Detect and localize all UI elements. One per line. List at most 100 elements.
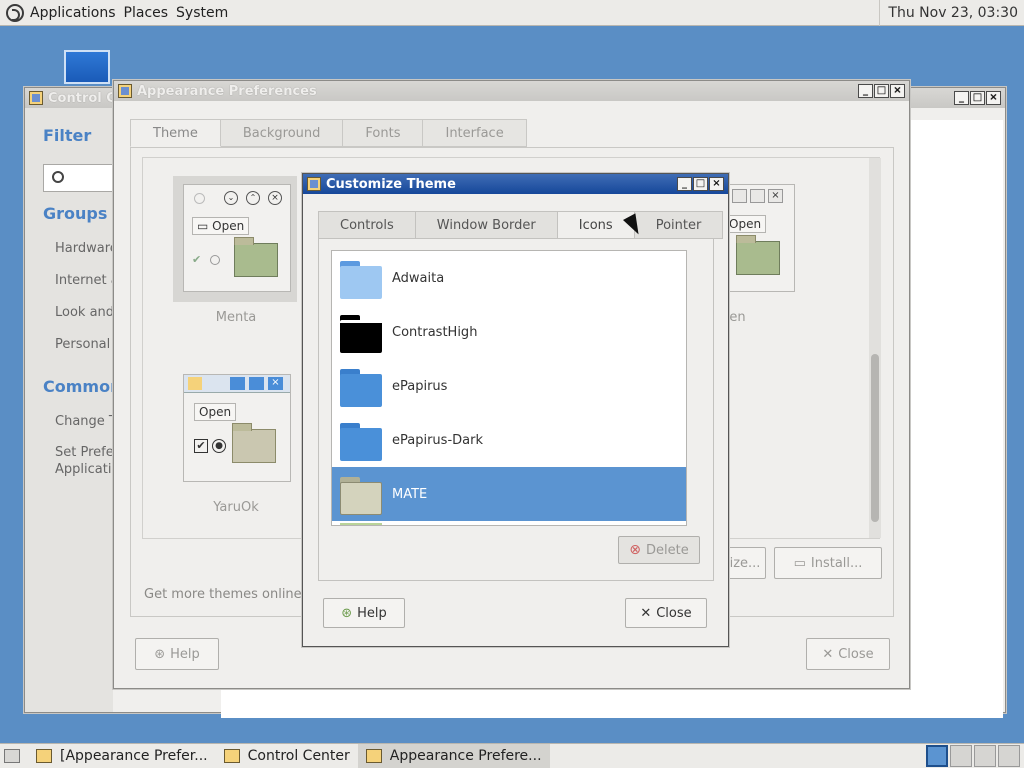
list-item[interactable]: ContrastHigh bbox=[332, 305, 686, 359]
delete-button[interactable]: ⊗ Delete bbox=[618, 536, 700, 564]
groups-heading: Groups bbox=[43, 204, 108, 223]
close-icon: × bbox=[268, 377, 283, 390]
common-item[interactable]: Set Prefer bbox=[55, 445, 113, 460]
checkbox-icon: ✔ bbox=[194, 439, 208, 453]
close-window-button[interactable]: × bbox=[986, 91, 1001, 105]
workspace-2[interactable] bbox=[950, 745, 972, 767]
workspace-3[interactable] bbox=[974, 745, 996, 767]
get-more-themes-link[interactable]: Get more themes online bbox=[144, 587, 302, 602]
task-appearance-prefs-2[interactable]: Appearance Prefere... bbox=[357, 744, 550, 768]
customize-tabs: Controls Window Border Icons Pointer bbox=[318, 211, 724, 239]
maximize-button[interactable]: □ bbox=[693, 177, 708, 191]
list-item[interactable]: Adwaita bbox=[332, 251, 686, 305]
workspace-switcher[interactable] bbox=[926, 745, 1020, 767]
icon-theme-name: MATE bbox=[392, 486, 428, 502]
task-appearance-prefs-1[interactable]: [Appearance Prefer... bbox=[28, 744, 216, 768]
minimize-button[interactable]: _ bbox=[858, 84, 873, 98]
appearance-titlebar[interactable]: Appearance Preferences _ □ × bbox=[114, 81, 909, 101]
workspace-1[interactable] bbox=[926, 745, 948, 767]
minimize-icon bbox=[230, 377, 245, 390]
customize-titlebar[interactable]: Customize Theme _ □ × bbox=[303, 174, 728, 194]
partial-folder-icon bbox=[340, 523, 382, 525]
tab-background[interactable]: Background bbox=[220, 119, 344, 147]
folder-icon bbox=[340, 315, 382, 353]
group-item[interactable]: Internet a bbox=[55, 273, 113, 288]
show-desktop-button[interactable] bbox=[0, 744, 28, 768]
close-icon: ✕ bbox=[822, 646, 834, 662]
menu-places[interactable]: Places bbox=[124, 5, 169, 21]
close-button[interactable]: ✕ Close bbox=[806, 638, 890, 670]
computer-desktop-icon[interactable] bbox=[64, 50, 110, 84]
theme-preview-menta[interactable]: ⌄ ⌃ × ▭ Open ✔ bbox=[183, 184, 291, 292]
customize-label: ize... bbox=[729, 555, 761, 571]
app-icon bbox=[188, 377, 202, 390]
tab-window-border[interactable]: Window Border bbox=[415, 211, 558, 239]
customize-theme-dialog: Customize Theme _ □ × Controls Window Bo… bbox=[302, 173, 729, 647]
maximize-button[interactable]: □ bbox=[874, 84, 889, 98]
chevron-down-icon: ⌄ bbox=[224, 191, 238, 205]
appearance-tabs: Theme Background Fonts Interface bbox=[130, 119, 527, 147]
tab-icons[interactable]: Icons bbox=[557, 211, 635, 239]
mate-logo-icon[interactable] bbox=[6, 3, 24, 22]
radio-icon: ● bbox=[212, 439, 226, 453]
theme-preview-yaruok[interactable]: × Open ✔ ● bbox=[183, 374, 291, 482]
close-window-button[interactable]: × bbox=[890, 84, 905, 98]
folder-icon bbox=[340, 423, 382, 461]
list-item-selected[interactable]: MATE bbox=[332, 467, 686, 521]
app-icon bbox=[223, 749, 240, 763]
close-label: Close bbox=[656, 605, 692, 621]
menu-system[interactable]: System bbox=[176, 5, 228, 21]
minimize-icon bbox=[732, 189, 747, 203]
task-control-center[interactable]: Control Center bbox=[216, 744, 358, 768]
help-button[interactable]: ⊛ Help bbox=[135, 638, 219, 670]
group-item[interactable]: Look and bbox=[55, 305, 113, 320]
customize-app-icon bbox=[307, 177, 321, 191]
maximize-icon bbox=[750, 189, 765, 203]
help-icon: ⊛ bbox=[154, 646, 166, 662]
scrollbar-thumb[interactable] bbox=[871, 354, 879, 522]
task-label: [Appearance Prefer... bbox=[60, 748, 208, 764]
folder-icon: ▭ bbox=[197, 219, 213, 233]
app-icon bbox=[365, 749, 382, 763]
close-icon: × bbox=[768, 189, 783, 203]
tab-fonts[interactable]: Fonts bbox=[343, 119, 424, 147]
close-button[interactable]: ✕ Close bbox=[625, 598, 707, 628]
list-item[interactable]: ePapirus-Dark bbox=[332, 413, 686, 467]
preview-open-label: Open bbox=[212, 219, 245, 233]
customize-button[interactable]: ize... bbox=[724, 547, 766, 579]
tab-interface[interactable]: Interface bbox=[423, 119, 527, 147]
customize-title: Customize Theme bbox=[326, 176, 456, 192]
minimize-button[interactable]: _ bbox=[677, 177, 692, 191]
tab-theme[interactable]: Theme bbox=[130, 119, 221, 147]
close-label: Close bbox=[838, 646, 874, 662]
folder-icon bbox=[234, 237, 278, 277]
clock[interactable]: Thu Nov 23, 03:30 bbox=[879, 0, 1024, 26]
icon-theme-name: ePapirus-Dark bbox=[392, 432, 483, 448]
minimize-button[interactable]: _ bbox=[954, 91, 969, 105]
bottom-taskbar: [Appearance Prefer... Control Center App… bbox=[0, 743, 1024, 768]
close-window-button[interactable]: × bbox=[709, 177, 724, 191]
common-item[interactable]: Applicatio bbox=[55, 462, 113, 477]
list-item[interactable]: ePapirus bbox=[332, 359, 686, 413]
folder-icon bbox=[340, 261, 382, 299]
icon-theme-name: ContrastHigh bbox=[392, 324, 478, 340]
tab-controls[interactable]: Controls bbox=[318, 211, 416, 239]
task-label: Control Center bbox=[247, 748, 350, 764]
common-item[interactable]: Change T bbox=[55, 414, 113, 429]
icon-theme-name: ePapirus bbox=[392, 378, 448, 394]
icon-theme-list[interactable]: Adwaita ContrastHigh ePapirus ePapirus-D… bbox=[331, 250, 687, 526]
app-icon bbox=[36, 749, 52, 763]
maximize-button[interactable]: □ bbox=[970, 91, 985, 105]
folder-icon bbox=[340, 369, 382, 407]
gallery-scrollbar[interactable] bbox=[869, 158, 881, 538]
filter-search-input[interactable] bbox=[43, 164, 123, 192]
menu-applications[interactable]: Applications bbox=[30, 5, 116, 21]
help-button[interactable]: ⊛ Help bbox=[323, 598, 405, 628]
group-item[interactable]: Hardware bbox=[55, 241, 113, 256]
workspace-4[interactable] bbox=[998, 745, 1020, 767]
install-button[interactable]: ▭ Install... bbox=[774, 547, 882, 579]
icon-theme-name: Adwaita bbox=[392, 270, 445, 286]
tab-pointer[interactable]: Pointer bbox=[634, 211, 724, 239]
common-heading: Common bbox=[43, 377, 113, 396]
group-item[interactable]: Personal bbox=[55, 337, 113, 352]
